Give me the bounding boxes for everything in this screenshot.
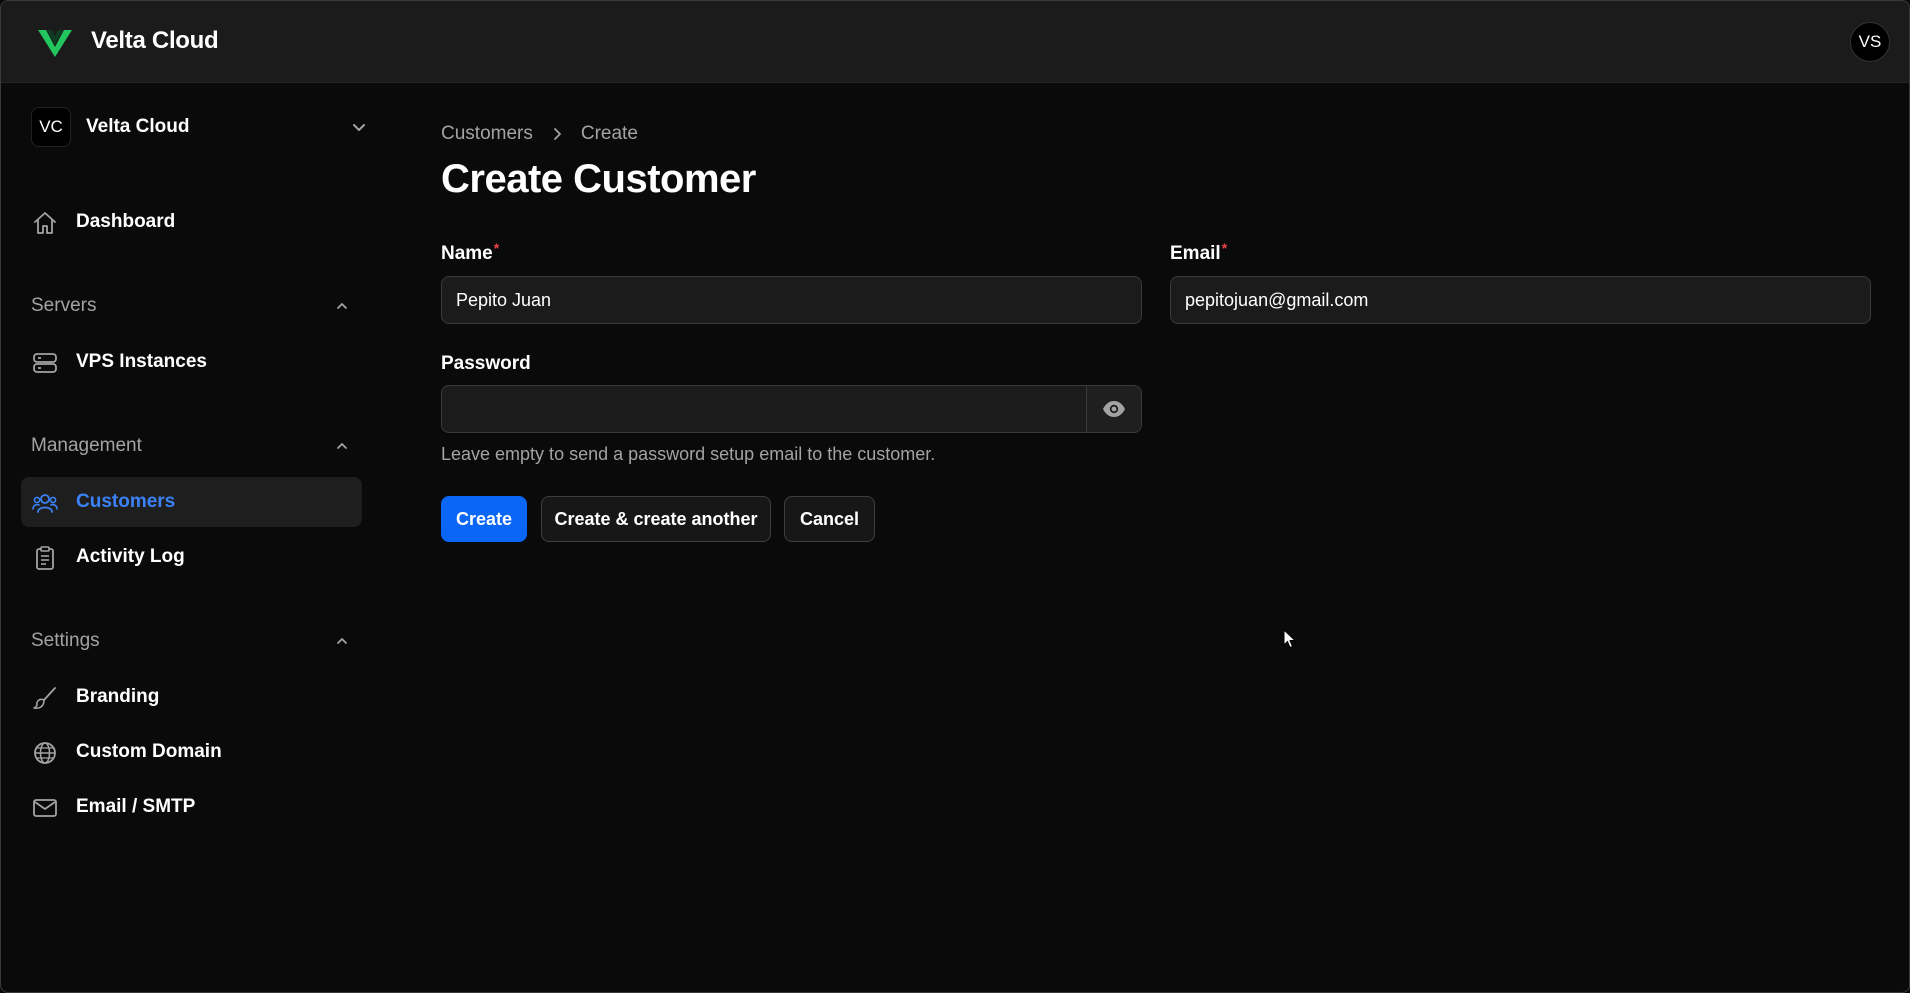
paintbrush-icon: [33, 687, 56, 710]
tenant-badge: VC: [31, 107, 71, 147]
name-label-text: Name: [441, 243, 493, 264]
chevron-up-icon: [337, 638, 347, 644]
required-marker: *: [1221, 240, 1228, 256]
sidebar-item-custom-domain[interactable]: Custom Domain: [21, 727, 362, 777]
tenant-name: Velta Cloud: [86, 116, 190, 137]
clipboard-icon: [36, 546, 54, 570]
name-label: Name*: [441, 240, 500, 265]
chevron-down-icon: [353, 124, 365, 131]
globe-icon: [34, 742, 56, 764]
main-content: Customers Create Create Customer Name* E…: [441, 83, 1871, 983]
group-label: Servers: [31, 295, 97, 316]
sidebar-item-label: Custom Domain: [76, 741, 222, 762]
sidebar-item-dashboard[interactable]: Dashboard: [21, 197, 362, 247]
user-avatar[interactable]: VS: [1850, 22, 1890, 62]
email-label: Email*: [1170, 240, 1228, 265]
password-input[interactable]: [442, 386, 1087, 432]
email-label-text: Email: [1170, 243, 1221, 264]
required-marker: *: [493, 240, 500, 256]
tenant-switcher[interactable]: VC Velta Cloud: [31, 105, 371, 149]
sidebar-item-activity-log[interactable]: Activity Log: [21, 532, 362, 582]
top-bar: Velta Cloud VS: [1, 1, 1909, 83]
cancel-button[interactable]: Cancel: [784, 496, 875, 542]
sidebar: VC Velta Cloud Dashboard Servers VPS Ins…: [1, 83, 381, 992]
brand-name[interactable]: Velta Cloud: [91, 27, 219, 55]
password-field: [441, 385, 1142, 433]
sidebar-item-vps-instances[interactable]: VPS Instances: [21, 337, 362, 387]
toggle-password-visibility-button[interactable]: [1086, 386, 1141, 432]
breadcrumb: Customers Create: [441, 123, 638, 145]
sidebar-item-label: Dashboard: [76, 211, 176, 232]
email-input[interactable]: [1170, 276, 1871, 324]
page-title: Create Customer: [441, 157, 756, 201]
password-help-text: Leave empty to send a password setup ema…: [441, 444, 936, 464]
home-icon: [34, 212, 56, 234]
eye-icon: [1103, 401, 1125, 417]
sidebar-item-label: Activity Log: [76, 546, 185, 567]
group-management-header[interactable]: Management: [31, 431, 349, 461]
sidebar-item-email-smtp[interactable]: Email / SMTP: [21, 782, 362, 832]
breadcrumb-current: Create: [580, 123, 638, 144]
password-label: Password: [441, 353, 531, 374]
sidebar-item-label: VPS Instances: [76, 351, 207, 372]
server-icon: [33, 353, 57, 373]
sidebar-item-label: Branding: [76, 686, 160, 707]
sidebar-item-label: Customers: [76, 491, 176, 512]
name-input[interactable]: [441, 276, 1142, 324]
chevron-up-icon: [337, 303, 347, 309]
group-label: Settings: [31, 630, 100, 651]
mail-icon: [33, 799, 57, 817]
chevron-up-icon: [337, 443, 347, 449]
velta-logo-icon[interactable]: [38, 29, 72, 57]
app-window: Velta Cloud VS VC Velta Cloud Dashboard …: [0, 0, 1910, 993]
sidebar-item-customers[interactable]: Customers: [21, 477, 362, 527]
group-servers-header[interactable]: Servers: [31, 291, 349, 321]
chevron-right-icon: [553, 128, 561, 140]
users-icon: [32, 494, 58, 513]
group-settings-header[interactable]: Settings: [31, 626, 349, 656]
mouse-cursor-icon: [1283, 629, 1297, 649]
breadcrumb-customers-link[interactable]: Customers: [441, 123, 533, 145]
sidebar-item-label: Email / SMTP: [76, 796, 196, 817]
create-button[interactable]: Create: [441, 496, 527, 542]
group-label: Management: [31, 435, 142, 456]
create-and-create-another-button[interactable]: Create & create another: [541, 496, 771, 542]
sidebar-item-branding[interactable]: Branding: [21, 672, 362, 722]
